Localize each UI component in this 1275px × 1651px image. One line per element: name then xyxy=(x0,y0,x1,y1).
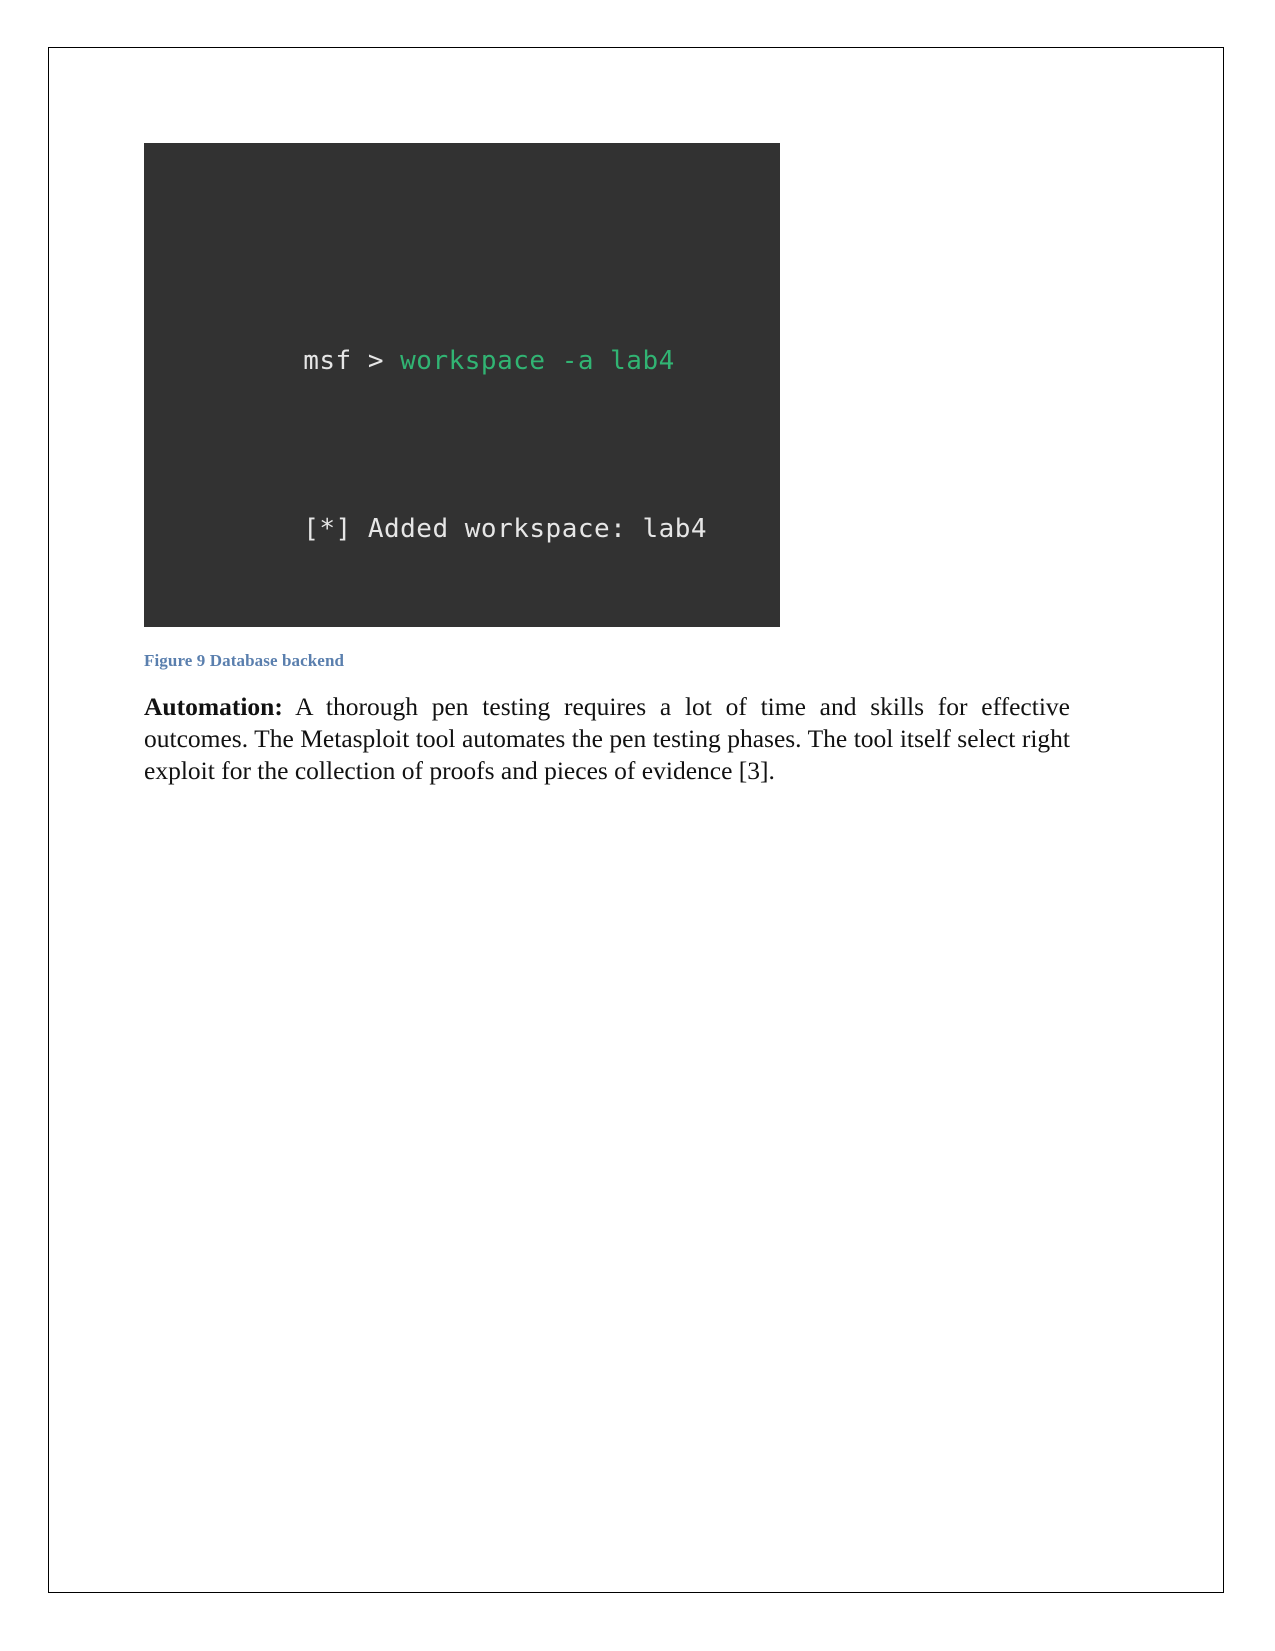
terminal-line: msf > xyxy=(174,613,780,627)
paragraph-lead-in: Automation: xyxy=(144,692,283,721)
terminal-command: workspace -a lab4 xyxy=(400,346,675,376)
paragraph-text: A thorough pen testing requires a lot of… xyxy=(144,692,1070,785)
terminal-prompt: msf > xyxy=(303,346,401,376)
terminal-line: msf > workspace -a lab4 xyxy=(174,277,780,376)
figure-caption: Figure 9 Database backend xyxy=(144,651,345,670)
page-border: msf > workspace -a lab4 [*] Added worksp… xyxy=(48,47,1224,1593)
terminal-line: [*] Added workspace: lab4 xyxy=(174,445,780,544)
page-content: msf > workspace -a lab4 [*] Added worksp… xyxy=(144,143,1070,787)
terminal-screenshot: msf > workspace -a lab4 [*] Added worksp… xyxy=(144,143,780,627)
body-paragraph: Automation: A thorough pen testing requi… xyxy=(144,691,1070,787)
terminal-output: [*] Added workspace: lab4 xyxy=(303,514,708,544)
